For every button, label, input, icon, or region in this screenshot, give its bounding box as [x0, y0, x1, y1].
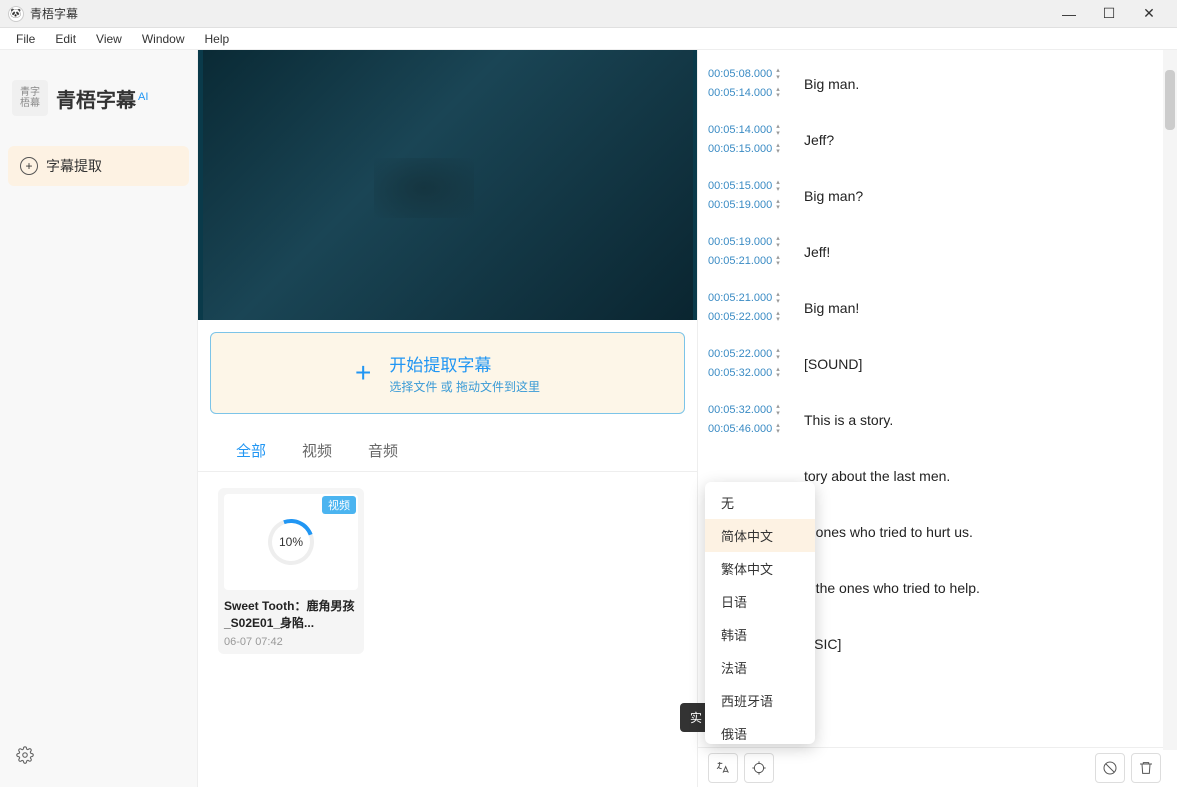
language-list[interactable]: 无简体中文繁体中文日语韩语法语西班牙语俄语: [705, 486, 815, 740]
bottom-toolbar: [698, 747, 1177, 787]
window-title: 青梧字幕: [30, 5, 78, 22]
language-option[interactable]: 日语: [705, 585, 815, 618]
menu-view[interactable]: View: [86, 30, 132, 48]
file-tabs: 全部 视频 音频: [198, 426, 697, 472]
subtitle-row[interactable]: 00:05:32.000▴▾00:05:46.000▴▾This is a st…: [698, 392, 1177, 448]
titlebar: 🐼 青梧字幕 — ☐ ✕: [0, 0, 1177, 28]
language-option[interactable]: 繁体中文: [705, 552, 815, 585]
settings-button[interactable]: [8, 738, 189, 777]
subtitle-text[interactable]: [SOUND]: [796, 356, 1167, 372]
subtitle-text[interactable]: e ones who tried to hurt us.: [796, 524, 1167, 540]
brand-name: 青梧字幕: [56, 90, 136, 112]
language-option[interactable]: 法语: [705, 651, 815, 684]
menu-edit[interactable]: Edit: [45, 30, 86, 48]
minimize-button[interactable]: —: [1049, 0, 1089, 28]
dropzone-title: 开始提取字幕: [389, 351, 540, 376]
scrollbar[interactable]: [1163, 50, 1177, 750]
subtitle-row[interactable]: 00:05:15.000▴▾00:05:19.000▴▾Big man?: [698, 168, 1177, 224]
window-controls: — ☐ ✕: [1049, 0, 1169, 28]
menu-help[interactable]: Help: [195, 30, 240, 48]
subtitle-text[interactable]: d the ones who tried to help.: [796, 580, 1167, 596]
subtitle-text[interactable]: USIC]: [796, 636, 1167, 652]
block-icon: [1102, 760, 1118, 776]
language-option[interactable]: 西班牙语: [705, 684, 815, 717]
subtitle-text[interactable]: tory about the last men.: [796, 468, 1167, 484]
language-option[interactable]: 俄语: [705, 717, 815, 740]
subtitle-times[interactable]: 00:05:15.000▴▾00:05:19.000▴▾: [708, 177, 796, 214]
subtitle-times[interactable]: 00:05:22.000▴▾00:05:32.000▴▾: [708, 345, 796, 382]
menu-window[interactable]: Window: [132, 30, 195, 48]
brand-logo: 青字梧幕: [12, 80, 48, 116]
gear-icon: [16, 746, 34, 764]
close-button[interactable]: ✕: [1129, 0, 1169, 28]
delete-button[interactable]: [1131, 753, 1161, 783]
menu-file[interactable]: File: [6, 30, 45, 48]
video-frame: [203, 50, 693, 320]
subtitle-text[interactable]: Jeff?: [796, 132, 1167, 148]
subtitle-times[interactable]: 00:05:21.000▴▾00:05:22.000▴▾: [708, 289, 796, 326]
translate-icon: [715, 760, 731, 776]
file-time: 06-07 07:42: [224, 636, 358, 648]
nav-extract-button[interactable]: + 字幕提取: [8, 146, 189, 186]
subtitle-text[interactable]: Big man.: [796, 76, 1167, 92]
file-title: Sweet Tooth：鹿角男孩_S02E01_身陷...: [224, 598, 358, 632]
tab-audio[interactable]: 音频: [350, 430, 416, 471]
file-thumb: 视频 10%: [224, 494, 358, 590]
trash-icon: [1138, 760, 1154, 776]
subtitle-times[interactable]: 00:05:08.000▴▾00:05:14.000▴▾: [708, 65, 796, 102]
language-dropdown: 无简体中文繁体中文日语韩语法语西班牙语俄语: [705, 482, 815, 744]
subtitle-text[interactable]: Jeff!: [796, 244, 1167, 260]
scrollbar-thumb[interactable]: [1165, 70, 1175, 130]
tab-all[interactable]: 全部: [218, 430, 284, 471]
subtitle-times[interactable]: 00:05:19.000▴▾00:05:21.000▴▾: [708, 233, 796, 270]
nav-extract-label: 字幕提取: [46, 156, 102, 176]
file-badge: 视频: [322, 496, 356, 514]
subtitle-times[interactable]: 00:05:32.000▴▾00:05:46.000▴▾: [708, 401, 796, 438]
language-option[interactable]: 韩语: [705, 618, 815, 651]
subtitle-text[interactable]: Big man?: [796, 188, 1167, 204]
translate-button[interactable]: [708, 753, 738, 783]
dropzone-sub: 选择文件 或 拖动文件到这里: [389, 378, 540, 395]
progress-ring: 10%: [260, 511, 321, 572]
sidebar: 青字梧幕 青梧字幕AI + 字幕提取: [0, 50, 198, 787]
locate-button[interactable]: [744, 753, 774, 783]
brand-sup: AI: [138, 91, 148, 103]
subtitle-text[interactable]: This is a story.: [796, 412, 1167, 428]
language-option[interactable]: 简体中文: [705, 519, 815, 552]
block-button[interactable]: [1095, 753, 1125, 783]
tab-video[interactable]: 视频: [284, 430, 350, 471]
language-option[interactable]: 无: [705, 486, 815, 519]
subtitle-times[interactable]: 00:05:14.000▴▾00:05:15.000▴▾: [708, 121, 796, 158]
video-preview[interactable]: [198, 50, 697, 320]
file-card[interactable]: 视频 10% Sweet Tooth：鹿角男孩_S02E01_身陷... 06-…: [218, 488, 364, 654]
crosshair-icon: [751, 760, 767, 776]
subtitle-text[interactable]: Big man!: [796, 300, 1167, 316]
plus-icon: +: [355, 357, 371, 389]
file-grid: 视频 10% Sweet Tooth：鹿角男孩_S02E01_身陷... 06-…: [198, 472, 697, 670]
content-pane: + 开始提取字幕 选择文件 或 拖动文件到这里 全部 视频 音频 视频 10% …: [198, 50, 697, 787]
plus-circle-icon: +: [20, 157, 38, 175]
subtitle-row[interactable]: 00:05:14.000▴▾00:05:15.000▴▾Jeff?: [698, 112, 1177, 168]
menubar: File Edit View Window Help: [0, 28, 1177, 50]
progress-value: 10%: [279, 535, 303, 549]
dropzone[interactable]: + 开始提取字幕 选择文件 或 拖动文件到这里: [210, 332, 685, 414]
subtitle-row[interactable]: 00:05:22.000▴▾00:05:32.000▴▾[SOUND]: [698, 336, 1177, 392]
subtitle-row[interactable]: 00:05:19.000▴▾00:05:21.000▴▾Jeff!: [698, 224, 1177, 280]
app-icon: 🐼: [8, 6, 24, 22]
subtitle-row[interactable]: 00:05:21.000▴▾00:05:22.000▴▾Big man!: [698, 280, 1177, 336]
brand: 青字梧幕 青梧字幕AI: [8, 60, 189, 146]
subtitle-row[interactable]: 00:05:08.000▴▾00:05:14.000▴▾Big man.: [698, 56, 1177, 112]
maximize-button[interactable]: ☐: [1089, 0, 1129, 28]
